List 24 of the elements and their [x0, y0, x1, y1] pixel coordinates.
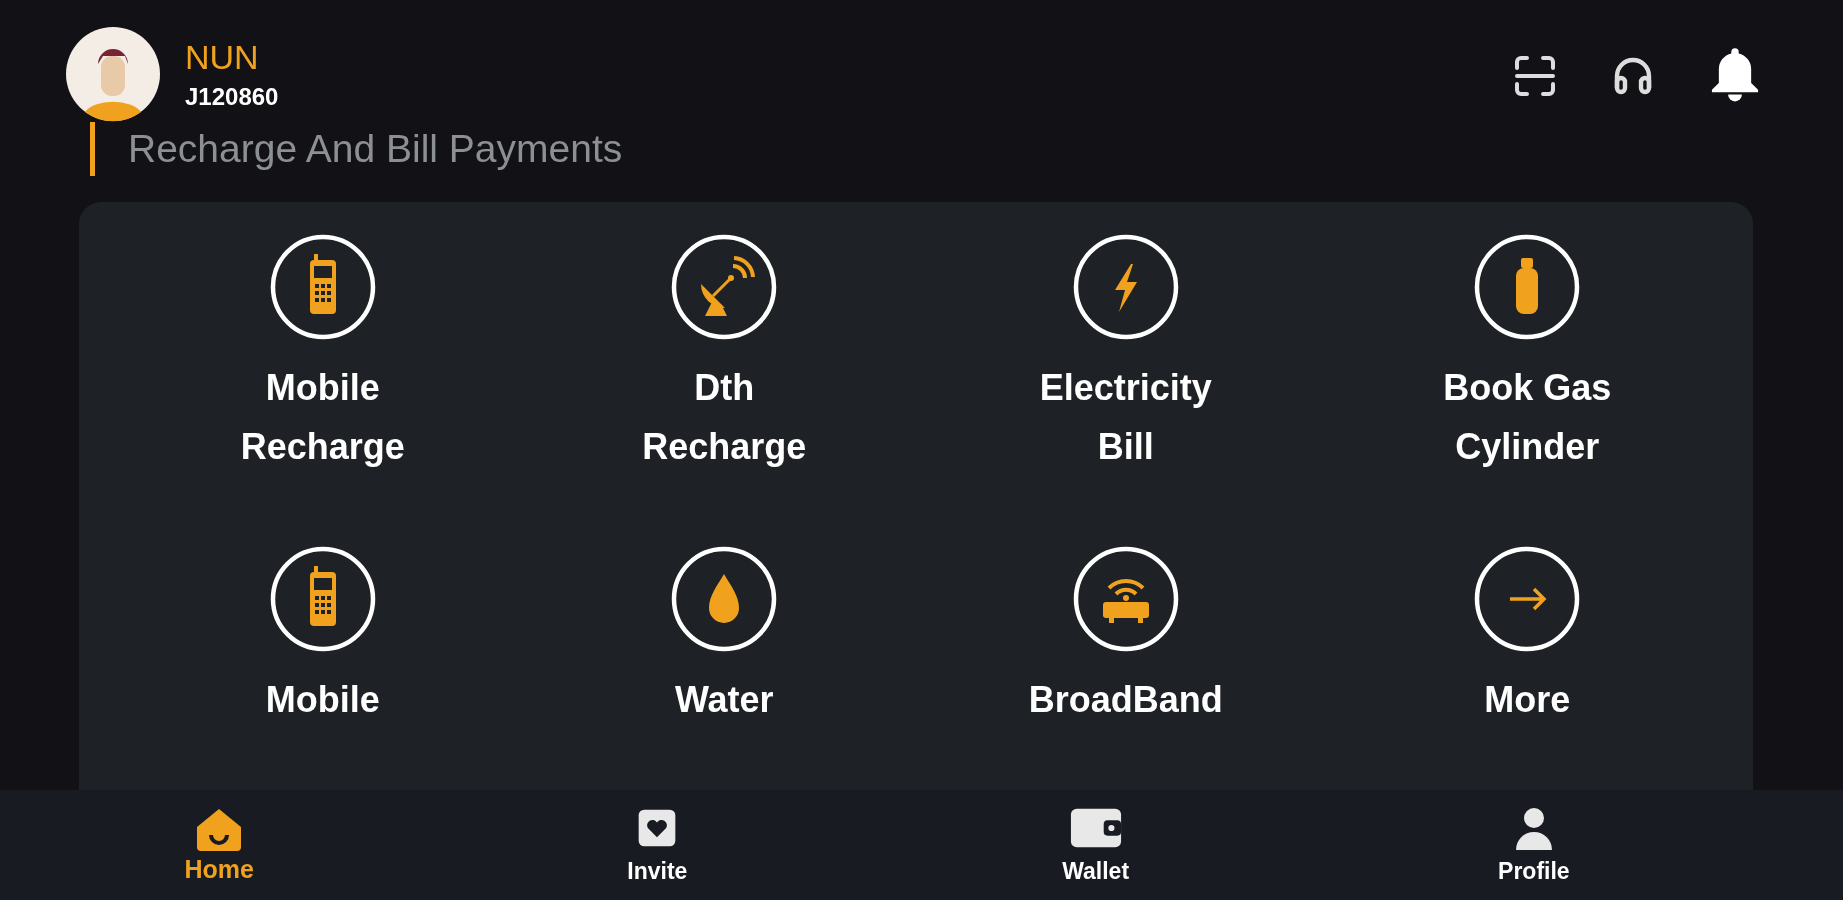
user-id: J120860 — [185, 82, 279, 111]
person-icon — [1513, 805, 1554, 850]
satellite-dish-icon — [671, 234, 778, 340]
nav-tab[interactable]: Home — [178, 790, 260, 900]
service-button[interactable]: Mobile — [122, 546, 524, 729]
nav-tab[interactable]: Wallet — [1056, 790, 1136, 900]
router-icon — [1072, 546, 1179, 652]
service-button[interactable]: Electricity Bill — [925, 234, 1327, 476]
service-button[interactable]: Water — [523, 546, 925, 729]
gas-cylinder-icon — [1474, 234, 1581, 340]
service-button[interactable]: Dth Recharge — [523, 234, 925, 476]
phone-icon — [269, 234, 376, 340]
service-button[interactable]: Mobile Recharge — [122, 234, 524, 476]
nav-tab[interactable]: Invite — [621, 790, 694, 900]
nav-tab[interactable]: Profile — [1492, 790, 1576, 900]
user-name: NUN — [185, 37, 260, 77]
service-button[interactable]: More — [1326, 546, 1728, 729]
service-button[interactable]: Book Gas Cylinder — [1326, 234, 1728, 476]
service-button[interactable]: BroadBand — [925, 546, 1327, 729]
section-title: Recharge And Bill Payments — [128, 127, 623, 171]
water-drop-icon — [671, 546, 778, 652]
lightning-icon — [1072, 234, 1179, 340]
phone-icon — [269, 546, 376, 652]
home-icon — [195, 806, 244, 851]
